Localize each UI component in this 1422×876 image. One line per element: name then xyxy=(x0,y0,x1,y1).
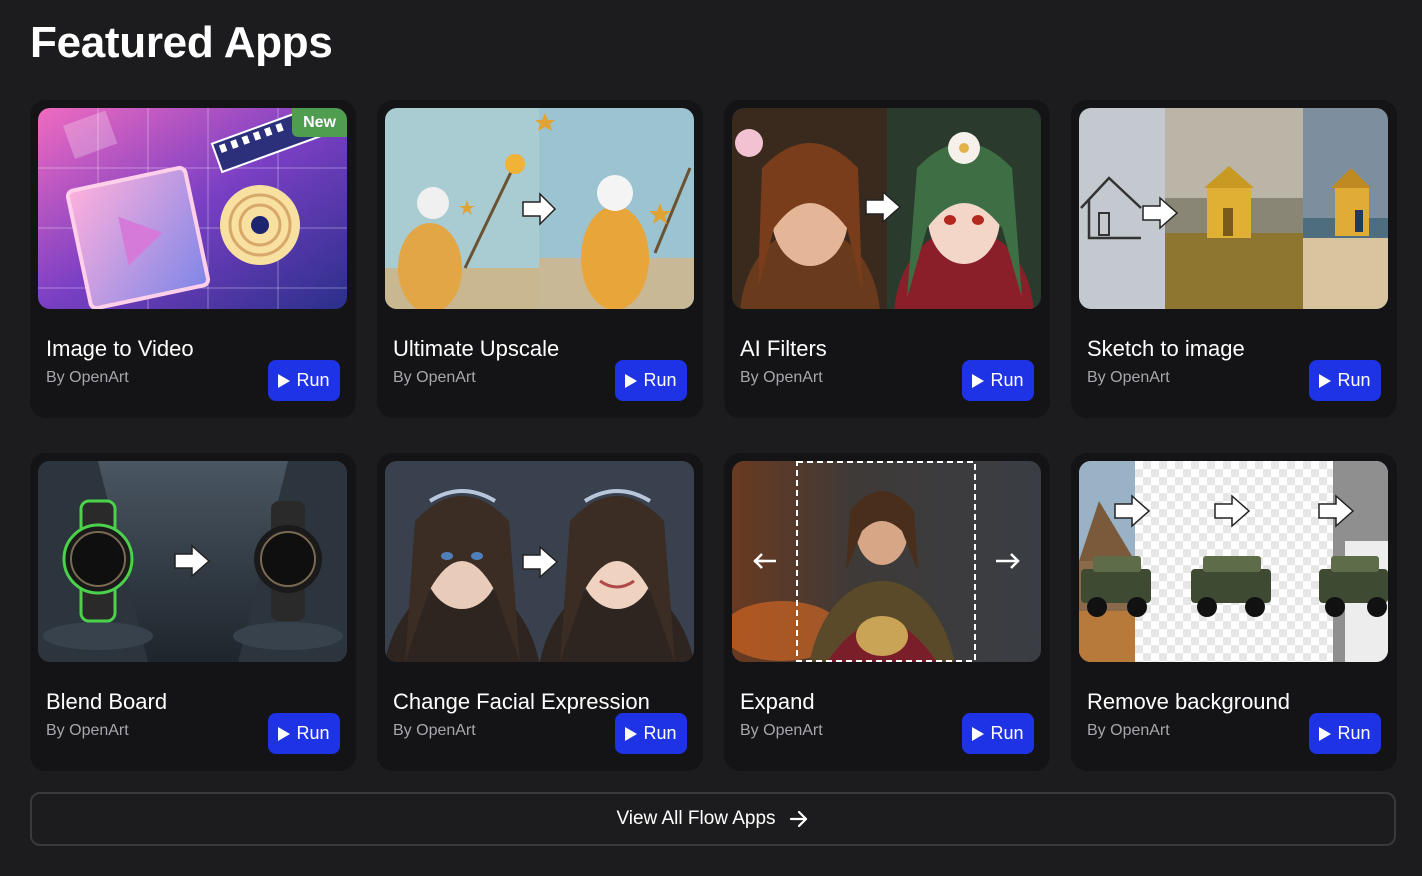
run-button[interactable]: Run xyxy=(962,360,1034,401)
play-icon xyxy=(972,373,985,388)
run-label: Run xyxy=(1337,370,1371,390)
run-button[interactable]: Run xyxy=(268,713,340,754)
app-thumbnail xyxy=(732,108,1041,309)
app-title: Ultimate Upscale xyxy=(393,336,560,361)
app-title: AI Filters xyxy=(740,336,827,361)
run-button[interactable]: Run xyxy=(962,713,1034,754)
run-label: Run xyxy=(643,723,677,743)
app-thumbnail xyxy=(1079,461,1388,662)
app-author: By OpenArt xyxy=(393,722,476,739)
play-icon xyxy=(1319,726,1332,741)
app-card-remove-background[interactable]: Remove background By OpenArt Run xyxy=(1071,453,1397,771)
play-icon xyxy=(278,373,291,388)
play-icon xyxy=(625,726,638,741)
arrow-right-icon xyxy=(789,810,807,828)
run-label: Run xyxy=(1337,723,1371,743)
run-button[interactable]: Run xyxy=(1309,360,1381,401)
featured-apps-section: Featured Apps New Image to Video By Open… xyxy=(0,0,1422,876)
run-button[interactable]: Run xyxy=(1309,713,1381,754)
app-title: Change Facial Expression xyxy=(393,689,650,714)
play-icon xyxy=(972,726,985,741)
run-label: Run xyxy=(990,723,1024,743)
run-label: Run xyxy=(643,370,677,390)
run-label: Run xyxy=(990,370,1024,390)
app-card-image-to-video[interactable]: New Image to Video By OpenArt Run xyxy=(30,100,356,418)
run-button[interactable]: Run xyxy=(615,713,687,754)
app-thumbnail xyxy=(732,461,1041,662)
app-card-expand[interactable]: Expand By OpenArt Run xyxy=(724,453,1050,771)
app-title: Image to Video xyxy=(46,336,194,361)
app-author: By OpenArt xyxy=(740,722,823,739)
app-author: By OpenArt xyxy=(46,369,129,386)
app-card-ai-filters[interactable]: AI Filters By OpenArt Run xyxy=(724,100,1050,418)
new-badge: New xyxy=(292,108,347,137)
view-all-flow-apps-button[interactable]: View All Flow Apps xyxy=(30,792,1396,846)
app-thumbnail xyxy=(1079,108,1388,309)
app-author: By OpenArt xyxy=(393,369,476,386)
app-thumbnail xyxy=(385,108,694,309)
app-card-ultimate-upscale[interactable]: Ultimate Upscale By OpenArt Run xyxy=(377,100,703,418)
app-card-sketch-to-image[interactable]: Sketch to image By OpenArt Run xyxy=(1071,100,1397,418)
run-label: Run xyxy=(296,723,330,743)
run-label: Run xyxy=(296,370,330,390)
app-thumbnail xyxy=(385,461,694,662)
app-title: Sketch to image xyxy=(1087,336,1245,361)
app-author: By OpenArt xyxy=(1087,369,1170,386)
run-button[interactable]: Run xyxy=(268,360,340,401)
app-title: Expand xyxy=(740,689,815,714)
play-icon xyxy=(1319,373,1332,388)
app-author: By OpenArt xyxy=(46,722,129,739)
app-card-change-facial-expression[interactable]: Change Facial Expression By OpenArt Run xyxy=(377,453,703,771)
app-card-blend-board[interactable]: Blend Board By OpenArt Run xyxy=(30,453,356,771)
page-title: Featured Apps xyxy=(30,18,333,67)
app-thumbnail: New xyxy=(38,108,347,309)
app-thumbnail xyxy=(38,461,347,662)
play-icon xyxy=(278,726,291,741)
app-author: By OpenArt xyxy=(740,369,823,386)
app-title: Blend Board xyxy=(46,689,168,714)
view-all-label: View All Flow Apps xyxy=(616,808,776,829)
app-author: By OpenArt xyxy=(1087,722,1170,739)
run-button[interactable]: Run xyxy=(615,360,687,401)
play-icon xyxy=(625,373,638,388)
app-title: Remove background xyxy=(1087,689,1291,714)
